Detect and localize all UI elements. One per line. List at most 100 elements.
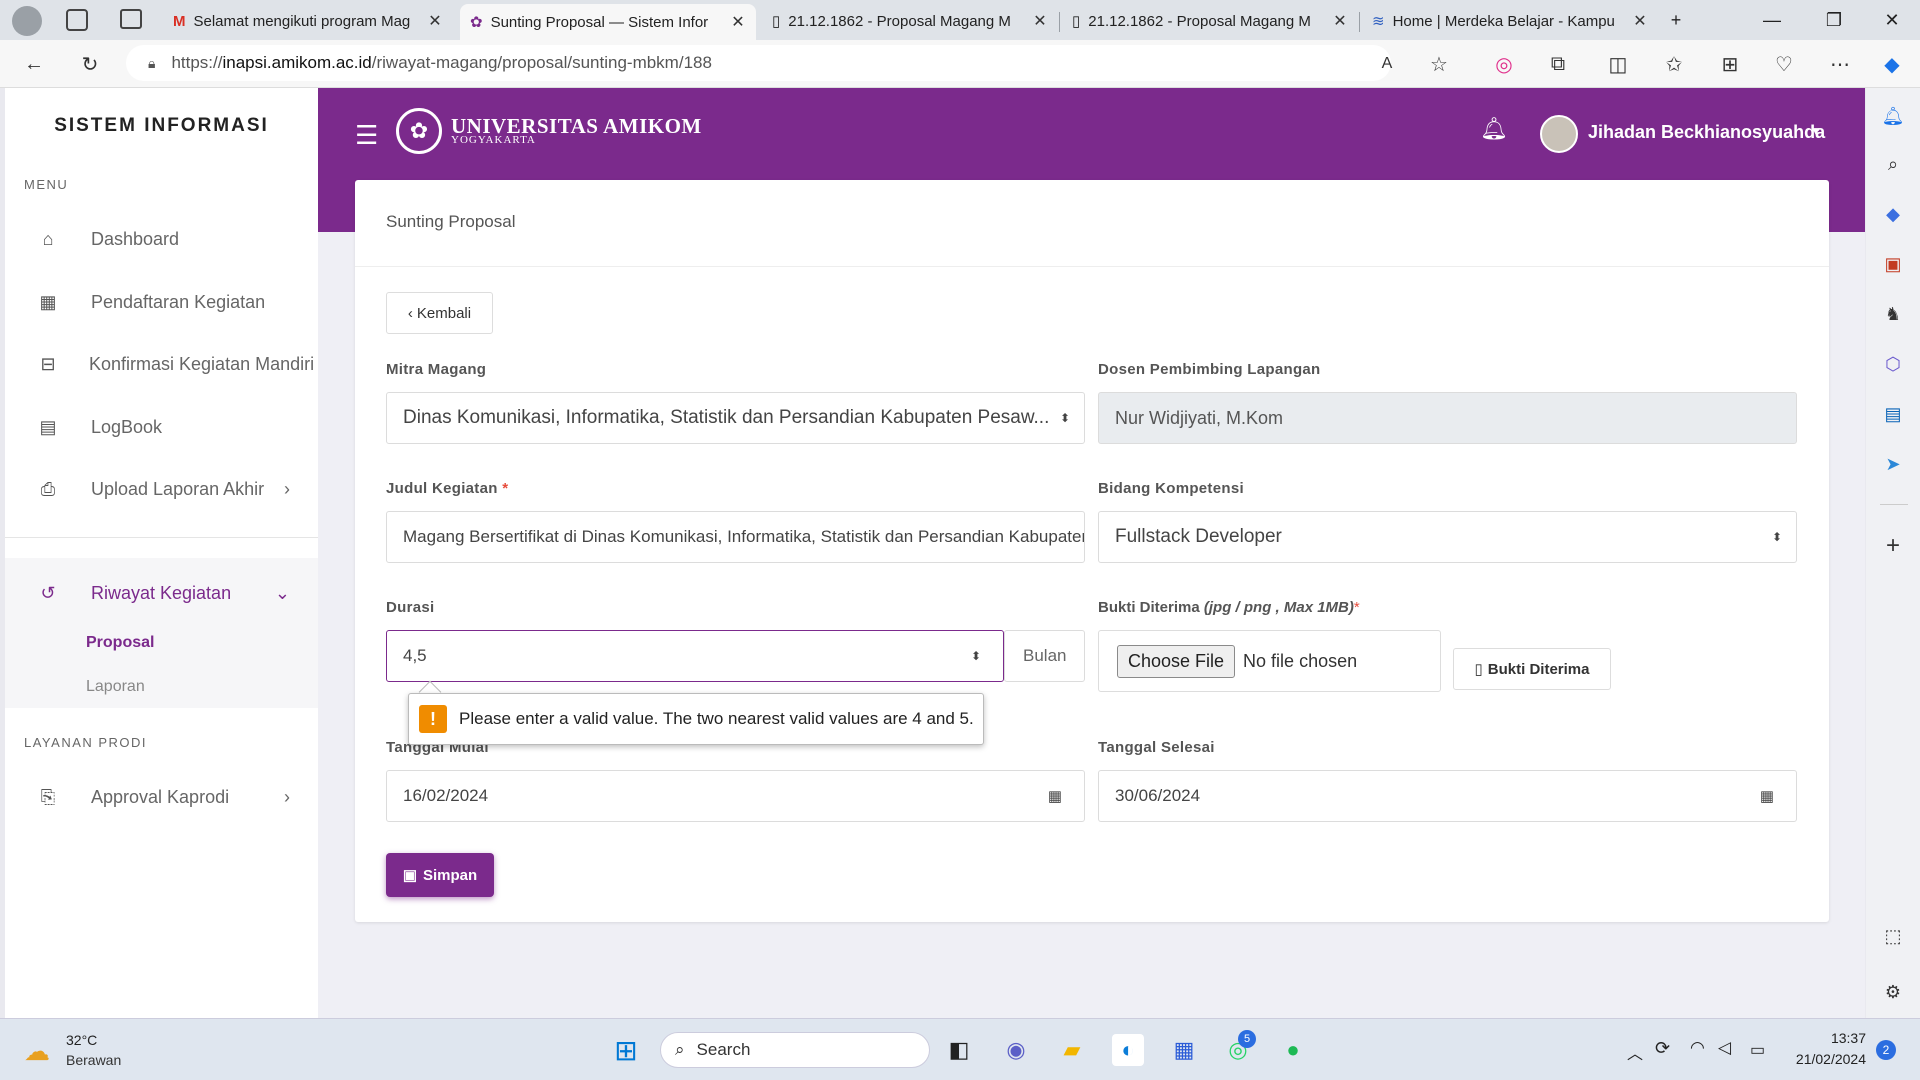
screenshot-icon[interactable]: ⬚ <box>1875 918 1911 954</box>
clock-date[interactable]: 21/02/2024 <box>1786 1051 1866 1067</box>
show-hidden-icons-chevron[interactable]: ︿ <box>1627 1040 1643 1064</box>
user-name[interactable]: Jihadan Beckhianosyuahda <box>1588 122 1825 143</box>
sidebar-item-logbook[interactable]: ▤ LogBook <box>5 402 318 452</box>
chevron-left-icon: ‹ <box>407 304 413 322</box>
window-close-icon[interactable]: ✕ <box>1864 0 1920 40</box>
workspaces-icon[interactable] <box>66 9 88 31</box>
sidebar-item-konfirmasi[interactable]: ⊟ Konfirmasi Kegiatan Mandiri <box>5 339 318 389</box>
extensions-puzzle-icon[interactable]: ⧉ <box>1540 46 1576 82</box>
sidebar-item-upload-laporan[interactable]: ⎙ Upload Laporan Akhir › <box>5 464 318 514</box>
sidebar-brand: SISTEM INFORMASI <box>54 115 269 136</box>
tab-proposal-1[interactable]: ▯ 21.12.1862 - Proposal Magang M ✕ <box>762 4 1058 38</box>
mitra-label: Mitra Magang <box>386 361 487 378</box>
simpan-button[interactable]: ▣ Simpan <box>386 853 494 897</box>
search-icon[interactable]: ⌕ <box>1875 146 1911 182</box>
file-check-icon: ⎘ <box>40 786 56 807</box>
favorites-icon[interactable]: ✩ <box>1656 46 1692 82</box>
hamburger-menu-icon[interactable]: ☰ <box>355 120 378 151</box>
tab-gmail[interactable]: M Selamat mengikuti program Mag ✕ <box>163 4 453 38</box>
notification-bell-icon[interactable]: 🔔︎ <box>1480 116 1508 142</box>
sync-icon[interactable]: ⟳ <box>1655 1038 1670 1059</box>
file-upload-icon: ⎙ <box>40 478 56 499</box>
choose-file-button[interactable]: Choose File <box>1117 644 1236 678</box>
shopping-icon[interactable]: ◆ <box>1875 196 1911 232</box>
task-view-icon[interactable]: ◧ <box>943 1034 975 1066</box>
close-icon[interactable]: ✕ <box>1632 11 1648 31</box>
durasi-input[interactable]: 4,5 ⬍ <box>386 630 1004 682</box>
microsoft-store-icon[interactable]: ▦ <box>1168 1034 1200 1066</box>
extension-icon[interactable]: ◎ <box>1486 46 1522 82</box>
close-icon[interactable]: ✕ <box>427 11 443 31</box>
spotify-icon[interactable]: ● <box>1277 1034 1309 1066</box>
tab-proposal-2[interactable]: ▯ 21.12.1862 - Proposal Magang M ✕ <box>1062 4 1358 38</box>
file-explorer-icon[interactable]: ▰ <box>1056 1034 1088 1066</box>
favorite-star-icon[interactable]: ☆ <box>1421 46 1457 82</box>
windows-start-icon[interactable]: ⊞ <box>610 1034 642 1066</box>
split-screen-icon[interactable]: ◫ <box>1600 46 1636 82</box>
avatar[interactable] <box>1540 115 1578 153</box>
clock-time[interactable]: 13:37 <box>1822 1030 1866 1046</box>
url-field[interactable]: 🔒︎ https://inapsi.amikom.ac.id/riwayat-m… <box>126 45 1391 81</box>
microsoft365-icon[interactable]: ⬡ <box>1875 346 1911 382</box>
teams-icon[interactable]: ◉ <box>1000 1034 1032 1066</box>
copilot-icon[interactable]: ◆ <box>1874 46 1910 82</box>
tanggal-mulai-input[interactable]: 16/02/2024 ▦ <box>386 770 1085 822</box>
number-spinner-icon[interactable]: ⬍ <box>971 649 981 663</box>
bukti-diterima-button[interactable]: ▯ Bukti Diterima <box>1453 648 1611 690</box>
battery-icon[interactable]: ▭ <box>1750 1040 1765 1060</box>
back-icon[interactable]: ← <box>16 46 52 82</box>
weather-icon[interactable]: ☁ <box>24 1036 50 1067</box>
tanggal-selesai-input[interactable]: 30/06/2024 ▦ <box>1098 770 1797 822</box>
sidebar-item-pendaftaran[interactable]: ▦ Pendaftaran Kegiatan <box>5 277 318 327</box>
settings-gear-icon[interactable]: ⚙ <box>1875 974 1911 1010</box>
sidebar-item-approval-kaprodi[interactable]: ⎘ Approval Kaprodi › <box>5 772 318 822</box>
minimize-icon[interactable]: — <box>1744 0 1800 40</box>
new-tab-icon[interactable]: + <box>1648 0 1704 40</box>
restore-icon[interactable]: ❐ <box>1806 0 1862 40</box>
mitra-select[interactable]: Dinas Komunikasi, Informatika, Statistik… <box>386 392 1085 444</box>
file-input[interactable]: Choose File No file chosen <box>1098 630 1441 692</box>
games-icon[interactable]: ♞ <box>1875 296 1911 332</box>
close-icon[interactable]: ✕ <box>1332 11 1348 31</box>
required-marker: * <box>502 480 509 497</box>
performance-icon[interactable]: ♡ <box>1766 46 1802 82</box>
bidang-select[interactable]: Fullstack Developer ⬍ <box>1098 511 1797 563</box>
sidebar-divider <box>1880 504 1908 505</box>
tab-sunting-proposal[interactable]: ✿ Sunting Proposal — Sistem Infor ✕ <box>460 4 756 40</box>
judul-input[interactable]: Magang Bersertifikat di Dinas Komunikasi… <box>386 511 1085 563</box>
submenu-laporan[interactable]: Laporan <box>86 678 145 696</box>
sidebar-item-dashboard[interactable]: ⌂ Dashboard <box>5 214 318 264</box>
close-icon[interactable]: ✕ <box>1032 11 1048 31</box>
add-icon[interactable]: + <box>1875 528 1911 564</box>
home-icon: ⌂ <box>42 228 54 249</box>
drop-icon[interactable]: ➤ <box>1875 446 1911 482</box>
book-icon: ▤ <box>39 416 57 437</box>
menu-section-label: MENU <box>24 177 69 192</box>
taskbar-search[interactable]: ⌕ Search <box>660 1032 930 1068</box>
calendar-icon[interactable]: ▦ <box>1760 787 1774 805</box>
url-host: inapsi.amikom.ac.id <box>222 53 372 72</box>
outlook-icon[interactable]: ▤ <box>1875 396 1911 432</box>
tab-actions-icon[interactable] <box>120 9 142 29</box>
sidebar-item-riwayat-kegiatan[interactable]: ↺ Riwayat Kegiatan ⌄ <box>5 568 318 618</box>
back-button[interactable]: ‹ Kembali <box>386 292 493 334</box>
profile-icon[interactable] <box>12 6 42 36</box>
submenu-proposal[interactable]: Proposal <box>86 634 154 652</box>
notification-count-badge[interactable]: 2 <box>1876 1040 1896 1060</box>
caret-down-icon[interactable]: ▼ <box>1810 124 1822 138</box>
volume-icon[interactable]: ◁ <box>1718 1038 1731 1058</box>
tab-merdeka-belajar[interactable]: ≋ Home | Merdeka Belajar - Kampu ✕ <box>1362 4 1658 38</box>
tools-icon[interactable]: ▣ <box>1875 246 1911 282</box>
wifi-icon[interactable]: ◠ <box>1690 1038 1705 1058</box>
weather-temp[interactable]: 32°C <box>66 1032 97 1048</box>
more-menu-icon[interactable]: ⋯ <box>1822 46 1858 82</box>
weather-desc[interactable]: Berawan <box>66 1052 121 1068</box>
read-aloud-icon[interactable]: A <box>1369 46 1405 82</box>
calendar-icon[interactable]: ▦ <box>1048 787 1062 805</box>
notification-bell-icon[interactable]: 🔔︎ <box>1875 98 1911 134</box>
refresh-icon[interactable]: ↻ <box>72 46 108 82</box>
close-icon[interactable]: ✕ <box>730 12 746 32</box>
collections-icon[interactable]: ⊞ <box>1712 46 1748 82</box>
gmail-icon: M <box>173 12 186 30</box>
edge-browser-icon[interactable]: ◐ <box>1112 1034 1144 1066</box>
